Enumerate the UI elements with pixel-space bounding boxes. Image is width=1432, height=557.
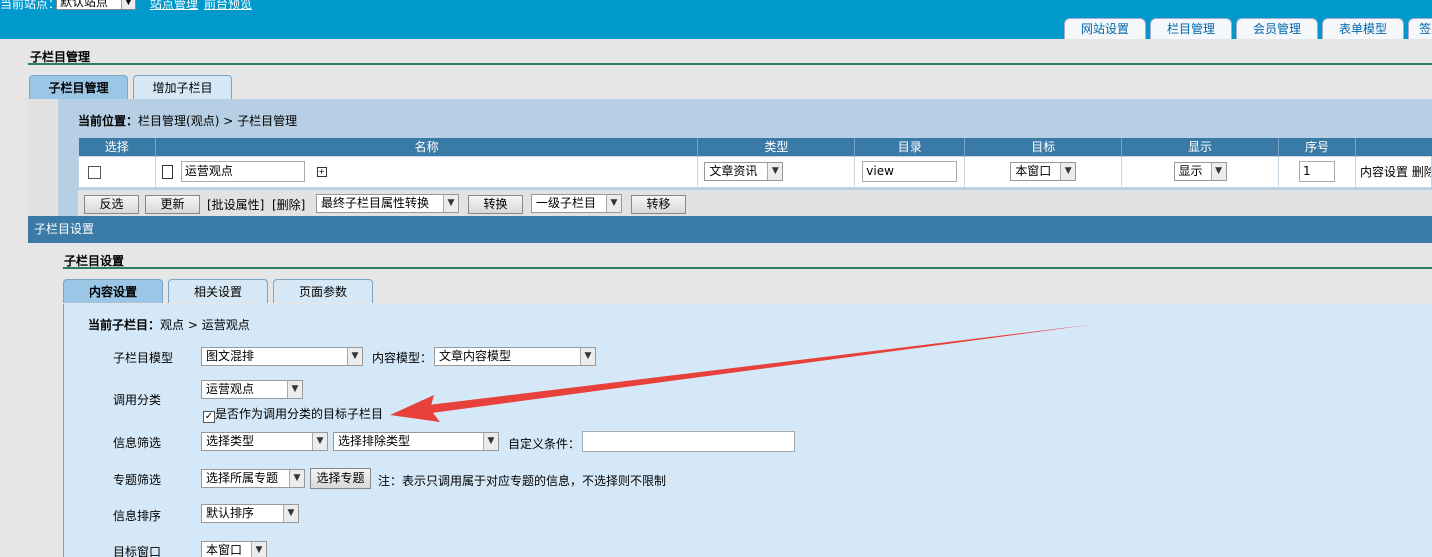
topic-select[interactable]: 选择所属专题 ▼: [201, 469, 305, 488]
topic-note: 注：表示只调用属于对应专题的信息，不选择则不限制: [378, 474, 667, 488]
target-select[interactable]: 本窗口 ▼: [1010, 162, 1077, 181]
target-window-label: 目标窗口: [113, 545, 162, 557]
dir-input[interactable]: view: [862, 161, 958, 182]
filter-type-select[interactable]: 选择类型 ▼: [201, 432, 328, 451]
col-order: 序号: [1278, 138, 1356, 156]
frontend-preview-link[interactable]: 前台预览: [204, 0, 252, 12]
call-target-option: ✓ 是否作为调用分类的目标子栏目: [203, 407, 384, 423]
top-tabs: 网站设置 栏目管理 会员管理 表单模型 签: [1064, 18, 1432, 39]
filter-exclude-select[interactable]: 选择排除类型 ▼: [333, 432, 499, 451]
col-name: 名称: [155, 138, 699, 156]
info-filter-label: 信息筛选: [113, 436, 162, 450]
batch-link[interactable]: [批设属性]: [207, 196, 264, 213]
expand-icon[interactable]: +: [316, 166, 327, 177]
tab-content-settings[interactable]: 内容设置: [63, 279, 163, 303]
top-bar: 当前站点： 默认站点 ▼ 站点管理 前台预览 网站设置 栏目管理 会员管理 表单模…: [0, 0, 1432, 39]
custom-condition-label: 自定义条件：: [508, 437, 581, 451]
select-topic-button[interactable]: 选择专题: [310, 468, 371, 489]
convert-select[interactable]: 最终子栏目属性转换 ▼: [316, 194, 459, 213]
file-icon: [161, 164, 173, 179]
chevron-down-icon: ▼: [483, 433, 498, 450]
tab-sign[interactable]: 签: [1408, 18, 1432, 39]
sort-select[interactable]: 默认排序 ▼: [201, 504, 299, 523]
move-button[interactable]: 转移: [631, 195, 686, 214]
row-ops[interactable]: 内容设置 删除: [1354, 155, 1432, 188]
col-target: 目标: [964, 138, 1123, 156]
custom-condition-input[interactable]: [582, 431, 795, 452]
name-input[interactable]: 运营观点: [180, 161, 305, 182]
col-ops: [1355, 138, 1432, 156]
chevron-down-icon: ▼: [347, 348, 362, 365]
chevron-down-icon: ▼: [283, 505, 298, 522]
site-manage-link[interactable]: 站点管理: [150, 0, 198, 12]
settings-divider: [63, 267, 1432, 269]
info-sort-label: 信息排序: [113, 509, 162, 523]
section-divider: [28, 63, 1432, 65]
site-label: 当前站点：: [0, 0, 61, 11]
tab-add-sub-column[interactable]: 增加子栏目: [133, 75, 232, 99]
type-select[interactable]: 文章资讯 ▼: [704, 162, 784, 181]
model-label: 子栏目模型: [113, 351, 174, 365]
chevron-down-icon: ▼: [1210, 163, 1226, 180]
col-select: 选择: [78, 138, 156, 156]
topic-filter-label: 专题筛选: [113, 473, 162, 487]
chevron-down-icon: ▼: [287, 381, 302, 398]
chevron-down-icon: ▼: [251, 542, 266, 557]
chevron-down-icon: ▼: [121, 0, 135, 9]
current-sub-column: 当前子栏目：观点 > 运营观点: [88, 318, 250, 332]
sub-column-table: 选择 名称 类型 目录 目标 显示 序号 运营观点 + 文章资讯 ▼ view 本…: [78, 138, 1432, 188]
chevron-down-icon: ▼: [1060, 163, 1076, 180]
tab-form-model[interactable]: 表单模型: [1322, 18, 1405, 39]
content-model-label: 内容模型：: [372, 351, 433, 365]
breadcrumb: 当前位置：栏目管理(观点) > 子栏目管理: [78, 114, 298, 128]
chevron-down-icon: ▼: [443, 195, 458, 212]
call-category-select[interactable]: 运营观点 ▼: [201, 380, 303, 399]
col-display: 显示: [1121, 138, 1279, 156]
call-category-label: 调用分类: [113, 393, 162, 407]
site-select[interactable]: 默认站点 ▼: [56, 0, 136, 10]
action-row: 反选 更新 [批设属性] [删除] 最终子栏目属性转换 ▼ 转换 一级子栏目 ▼ 转…: [78, 190, 1432, 216]
update-button[interactable]: 更新: [145, 195, 200, 214]
chevron-down-icon: ▼: [606, 195, 621, 212]
col-dir: 目录: [854, 138, 966, 156]
row-checkbox[interactable]: [88, 165, 101, 179]
table-row: 运营观点 + 文章资讯 ▼ view 本窗口 ▼ 显示 ▼ 1 内容设置 删除: [78, 155, 1432, 188]
tab-sub-column-manage[interactable]: 子栏目管理: [29, 75, 128, 99]
chevron-down-icon: ▼: [312, 433, 327, 450]
chevron-down-icon: ▼: [289, 470, 304, 487]
tab-page-params[interactable]: 页面参数: [273, 279, 373, 303]
model-select[interactable]: 图文混排 ▼: [201, 347, 363, 366]
tab-related-settings[interactable]: 相关设置: [168, 279, 268, 303]
convert-button[interactable]: 转换: [468, 195, 523, 214]
settings-bar: 子栏目设置: [28, 216, 1432, 243]
chevron-down-icon: ▼: [580, 348, 595, 365]
move-select[interactable]: 一级子栏目 ▼: [531, 194, 622, 213]
invert-button[interactable]: 反选: [84, 195, 139, 214]
call-target-checkbox[interactable]: ✓: [203, 411, 215, 423]
col-type: 类型: [697, 138, 856, 156]
tab-column-manage[interactable]: 栏目管理: [1150, 18, 1233, 39]
tab-member-manage[interactable]: 会员管理: [1236, 18, 1319, 39]
chevron-down-icon: ▼: [767, 163, 783, 180]
delete-link[interactable]: [删除]: [272, 196, 305, 213]
content-model-select[interactable]: 文章内容模型 ▼: [434, 347, 596, 366]
display-select[interactable]: 显示 ▼: [1173, 162, 1227, 181]
order-input[interactable]: 1: [1298, 161, 1335, 182]
tab-site-settings[interactable]: 网站设置: [1064, 18, 1147, 39]
target-window-select[interactable]: 本窗口 ▼: [201, 541, 267, 557]
